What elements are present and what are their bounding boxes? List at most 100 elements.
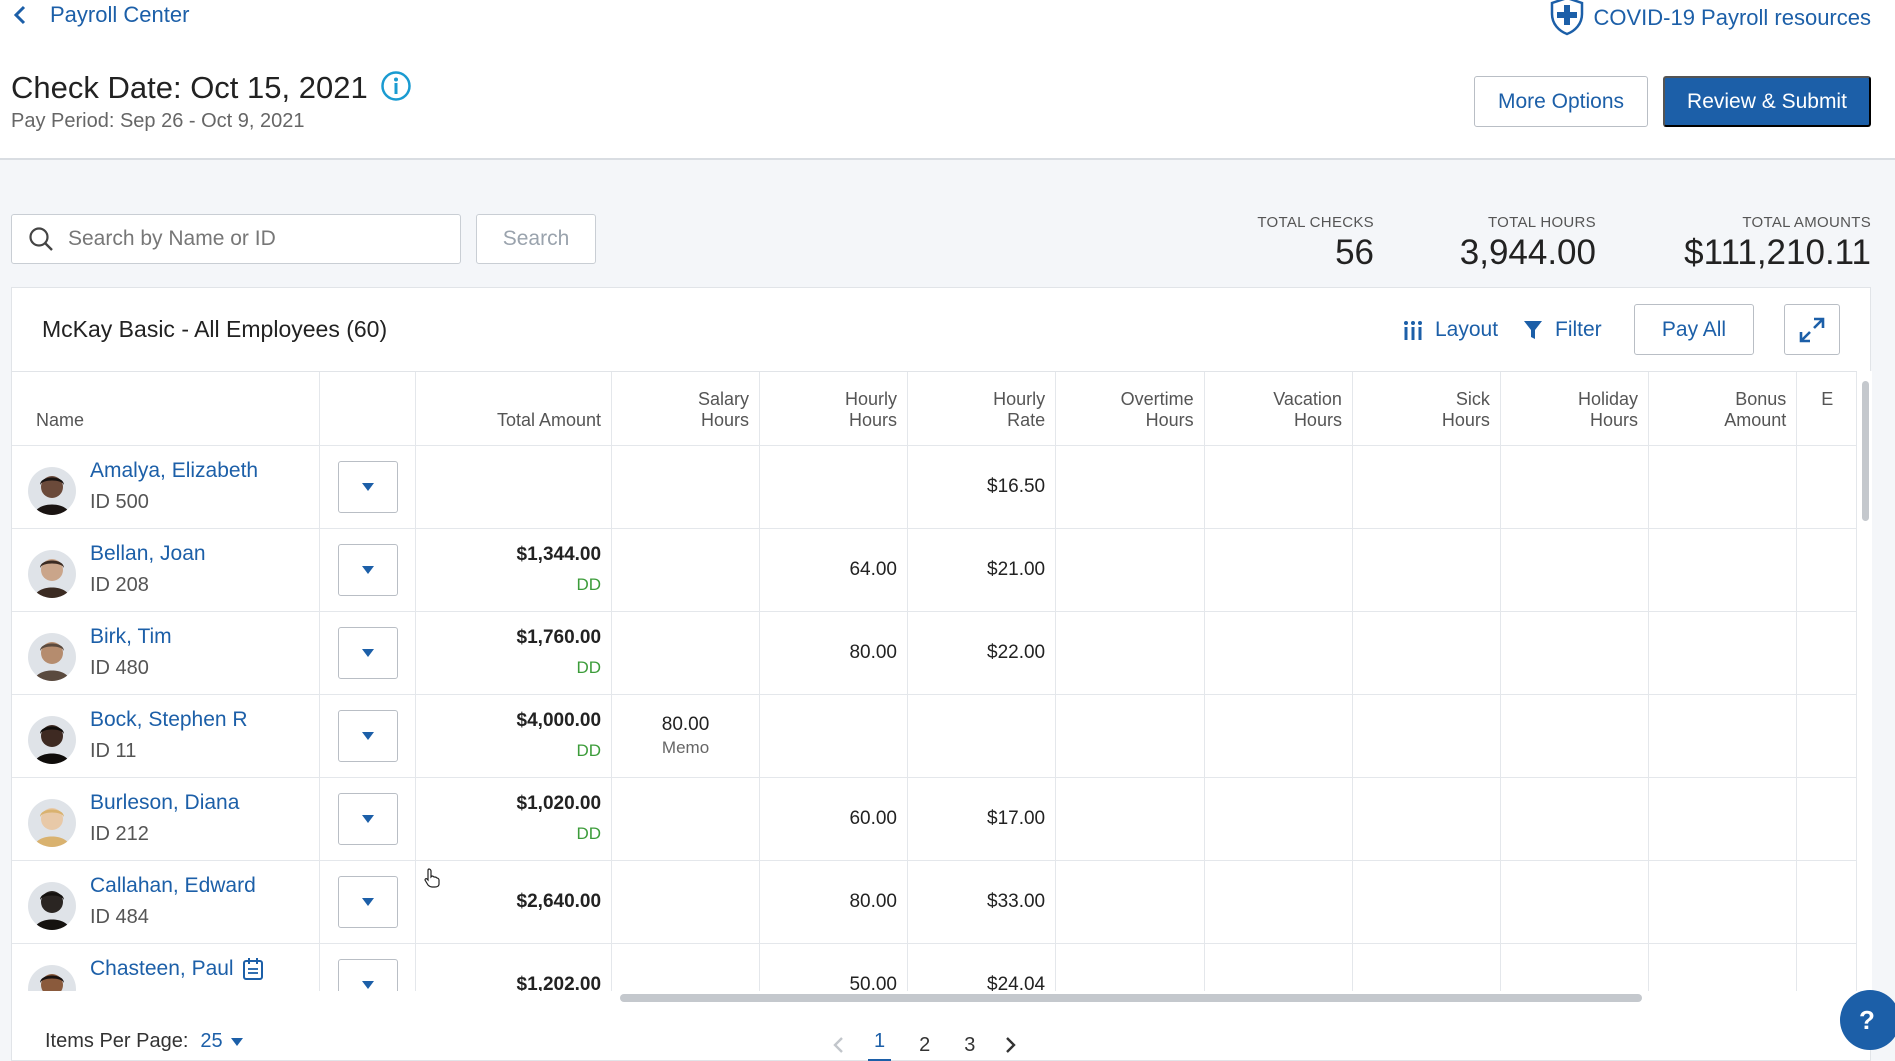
row-menu-button[interactable] — [337, 958, 398, 991]
cell-holiday[interactable] — [1500, 445, 1650, 529]
horizontal-scrollbar[interactable] — [620, 994, 1642, 1002]
search-button[interactable]: Search — [476, 214, 596, 264]
cell-bonus[interactable] — [1648, 611, 1798, 695]
col-header-holiday-hours[interactable]: Holiday Hours — [1500, 372, 1650, 446]
cell-vacation[interactable] — [1204, 528, 1353, 612]
row-menu-button[interactable] — [337, 792, 398, 845]
cell-holiday[interactable] — [1500, 943, 1650, 991]
cell-sick[interactable] — [1352, 445, 1501, 529]
col-header-bonus-amount[interactable]: Bonus Amount — [1648, 372, 1798, 446]
cell-hourly-hours[interactable] — [759, 694, 908, 778]
vertical-scrollbar[interactable] — [1857, 371, 1872, 991]
page-2[interactable]: 2 — [913, 1032, 936, 1059]
cell-bonus[interactable] — [1648, 445, 1798, 529]
employee-name-link[interactable]: Bellan, Joan — [90, 542, 206, 566]
cell-overtime[interactable] — [1055, 860, 1205, 944]
cell-hourly-rate[interactable]: $17.00 — [907, 777, 1057, 861]
cell-bonus[interactable] — [1648, 777, 1798, 861]
cell-total-amount[interactable]: $2,640.00 — [415, 860, 613, 944]
cell-salary-hours[interactable] — [611, 445, 761, 529]
col-header-name[interactable]: Name — [12, 372, 321, 446]
review-submit-button[interactable]: Review & Submit — [1663, 76, 1871, 127]
cell-salary-hours[interactable] — [611, 528, 761, 612]
page-1[interactable]: 1 — [868, 1028, 892, 1061]
cell-sick[interactable] — [1352, 528, 1501, 612]
cell-hourly-rate[interactable]: $16.50 — [907, 445, 1057, 529]
employee-name-link[interactable]: Bock, Stephen R — [90, 708, 248, 732]
cell-bonus[interactable] — [1648, 860, 1798, 944]
employee-name-link[interactable]: Chasteen, Paul — [90, 957, 264, 981]
cell-total-amount[interactable]: $1,020.00 DD — [415, 777, 613, 861]
employee-name-link[interactable]: Amalya, Elizabeth — [90, 459, 258, 483]
page-3[interactable]: 3 — [958, 1032, 981, 1059]
cell-overtime[interactable] — [1055, 694, 1205, 778]
col-header-vacation-hours[interactable]: Vacation Hours — [1204, 372, 1353, 446]
employee-name-link[interactable]: Burleson, Diana — [90, 791, 239, 815]
cell-hourly-rate[interactable]: $21.00 — [907, 528, 1057, 612]
pay-all-button[interactable]: Pay All — [1634, 304, 1754, 355]
row-menu-button[interactable] — [337, 626, 398, 679]
search-input[interactable] — [68, 227, 428, 251]
more-options-button[interactable]: More Options — [1474, 76, 1648, 127]
cell-hourly-hours[interactable]: 80.00 — [759, 860, 908, 944]
cell-vacation[interactable] — [1204, 445, 1353, 529]
row-menu-button[interactable] — [337, 875, 398, 928]
cell-holiday[interactable] — [1500, 777, 1650, 861]
col-header-salary-hours[interactable]: Salary Hours — [611, 372, 761, 446]
cell-salary-hours[interactable] — [611, 777, 761, 861]
col-header-total-amount[interactable]: Total Amount — [415, 372, 613, 446]
calendar-icon[interactable] — [242, 957, 264, 981]
cell-vacation[interactable] — [1204, 860, 1353, 944]
col-header-hourly-rate[interactable]: Hourly Rate — [907, 372, 1057, 446]
filter-button[interactable]: Filter — [1523, 318, 1602, 342]
cell-hourly-rate[interactable] — [907, 694, 1057, 778]
col-header-sick-hours[interactable]: Sick Hours — [1352, 372, 1501, 446]
cell-total-amount[interactable] — [415, 445, 613, 529]
cell-sick[interactable] — [1352, 777, 1501, 861]
col-header-overtime-hours[interactable]: Overtime Hours — [1055, 372, 1205, 446]
cell-vacation[interactable] — [1204, 611, 1353, 695]
info-icon[interactable] — [380, 70, 412, 102]
cell-hourly-hours[interactable] — [759, 445, 908, 529]
cell-salary-hours[interactable] — [611, 860, 761, 944]
cell-sick[interactable] — [1352, 943, 1501, 991]
cell-sick[interactable] — [1352, 694, 1501, 778]
next-page-icon[interactable] — [1003, 1035, 1017, 1055]
cell-overtime[interactable] — [1055, 611, 1205, 695]
prev-page-icon[interactable] — [832, 1035, 846, 1055]
cell-partial[interactable] — [1796, 528, 1857, 612]
vertical-scroll-thumb[interactable] — [1862, 381, 1869, 521]
help-button[interactable]: ? — [1840, 990, 1895, 1050]
cell-partial[interactable] — [1796, 694, 1857, 778]
cell-partial[interactable] — [1796, 445, 1857, 529]
cell-holiday[interactable] — [1500, 528, 1650, 612]
layout-button[interactable]: Layout — [1403, 318, 1498, 342]
covid-resources-link[interactable]: COVID-19 Payroll resources — [1547, 0, 1871, 36]
cell-vacation[interactable] — [1204, 694, 1353, 778]
row-menu-button[interactable] — [337, 709, 398, 762]
cell-hourly-rate[interactable]: $22.00 — [907, 611, 1057, 695]
cell-total-amount[interactable]: $1,344.00 DD — [415, 528, 613, 612]
expand-button[interactable] — [1784, 304, 1840, 355]
employee-name-link[interactable]: Callahan, Edward — [90, 874, 256, 898]
cell-partial[interactable] — [1796, 611, 1857, 695]
items-per-page-select[interactable]: 25 — [200, 1030, 243, 1053]
col-header-partial[interactable]: E — [1796, 372, 1857, 446]
cell-overtime[interactable] — [1055, 943, 1205, 991]
cell-overtime[interactable] — [1055, 528, 1205, 612]
cell-overtime[interactable] — [1055, 445, 1205, 529]
cell-total-amount[interactable]: $1,760.00 DD — [415, 611, 613, 695]
cell-bonus[interactable] — [1648, 694, 1798, 778]
cell-hourly-rate[interactable]: $24.04 — [907, 943, 1057, 991]
cell-sick[interactable] — [1352, 860, 1501, 944]
back-to-payroll-center-link[interactable]: Payroll Center — [12, 2, 189, 28]
col-header-hourly-hours[interactable]: Hourly Hours — [759, 372, 908, 446]
cell-partial[interactable] — [1796, 777, 1857, 861]
cell-holiday[interactable] — [1500, 694, 1650, 778]
cell-vacation[interactable] — [1204, 777, 1353, 861]
cell-salary-hours[interactable]: 80.00 Memo — [611, 694, 761, 778]
cell-hourly-rate[interactable]: $33.00 — [907, 860, 1057, 944]
cell-salary-hours[interactable] — [611, 611, 761, 695]
cell-bonus[interactable] — [1648, 943, 1798, 991]
cell-hourly-hours[interactable]: 80.00 — [759, 611, 908, 695]
